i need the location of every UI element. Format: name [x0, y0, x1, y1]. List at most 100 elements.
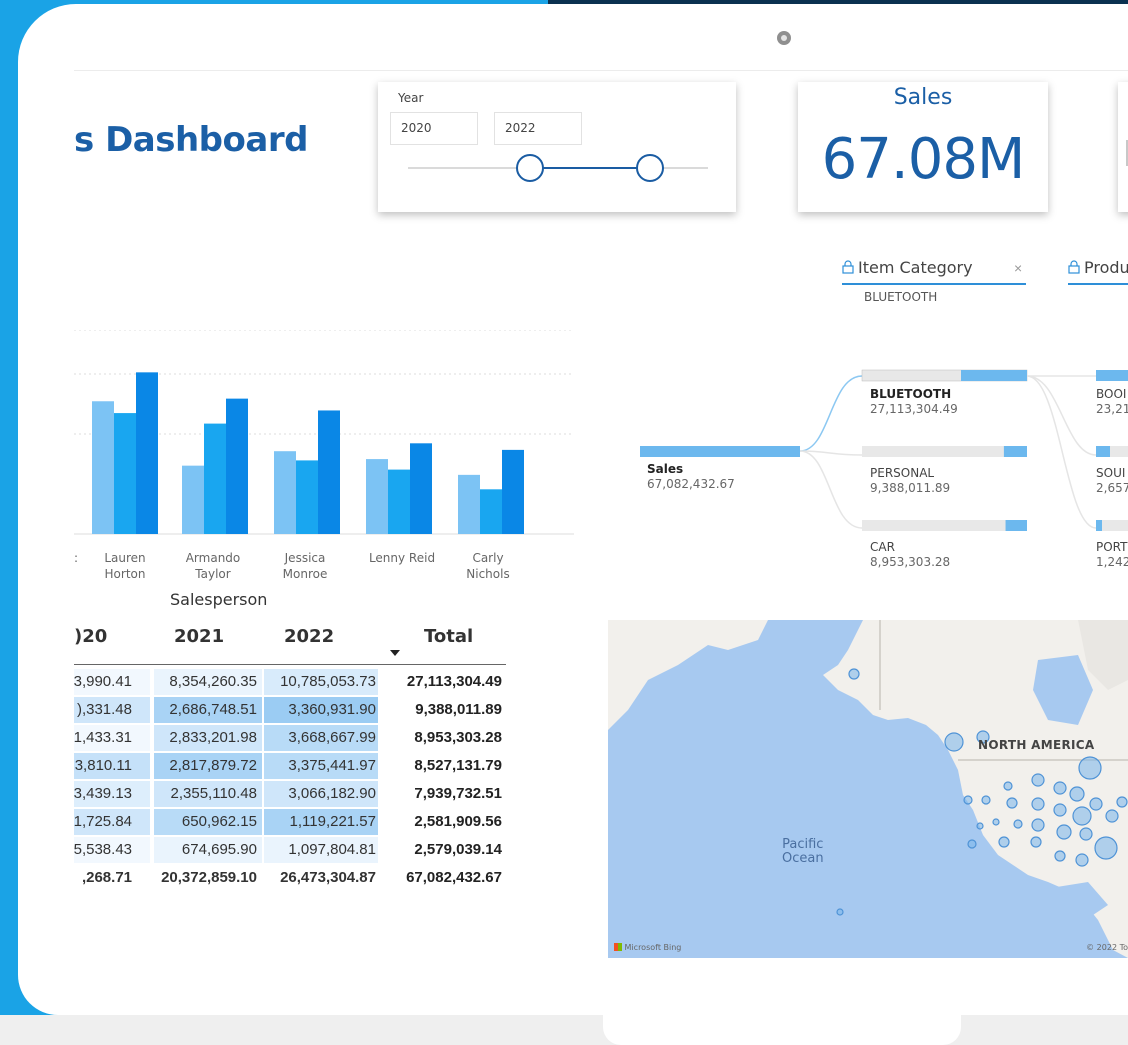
- table-cell: 26,473,304.87: [280, 869, 376, 886]
- table-header-total[interactable]: Total: [424, 626, 473, 647]
- table-cell: 2,686,748.51: [169, 701, 257, 718]
- decomp-node-bar-fill: [961, 370, 1027, 381]
- x-tick-label: :: [74, 551, 79, 565]
- bar[interactable]: [410, 443, 432, 534]
- table-header-2022[interactable]: 2022: [284, 626, 334, 647]
- filter-underline: [1068, 283, 1128, 285]
- decomp-node-l2-a[interactable]: BOOI: [1096, 387, 1126, 402]
- bar[interactable]: [92, 401, 114, 534]
- bar[interactable]: [204, 423, 226, 534]
- table-cell: 67,082,432.67: [406, 869, 502, 886]
- dashboard-title: s Dashboard: [74, 120, 308, 160]
- bar[interactable]: [136, 372, 158, 534]
- table-cell: 27,113,304.49: [406, 673, 502, 690]
- x-tick-label: Lenny Reid: [368, 551, 436, 565]
- decomp-root-value: 67,082,432.67: [647, 477, 735, 491]
- sales-map[interactable]: Pacific Ocean NORTH AMERICA Microsoft Bin…: [608, 620, 1128, 958]
- year-slider-start-handle[interactable]: [516, 154, 544, 182]
- filter-item-category-value: BLUETOOTH: [864, 290, 938, 304]
- decomp-l2-bar: [1096, 520, 1102, 531]
- year-end-input[interactable]: 2022: [494, 112, 582, 145]
- lock-icon: [1068, 260, 1080, 274]
- kpi-value: 67.08M: [821, 127, 1026, 192]
- table-row[interactable]: 1,725.84 650,962.15 1,119,221.57 2,581,909.…: [74, 808, 506, 836]
- bar[interactable]: [114, 413, 136, 534]
- decomp-node-l2-a-value: 23,21: [1096, 402, 1128, 416]
- decomp-l2-bar-bg: [1110, 446, 1128, 457]
- decomp-node-car[interactable]: CAR: [870, 540, 895, 555]
- filter-item-category[interactable]: Item Category: [842, 258, 973, 277]
- bar[interactable]: [296, 460, 318, 534]
- table-cell: 1,097,804.81: [288, 841, 376, 858]
- decomp-link: [799, 375, 863, 452]
- decomp-node-bluetooth-value: 27,113,304.49: [870, 402, 958, 416]
- kpi-card-partial: [1118, 82, 1128, 212]
- bar[interactable]: [388, 469, 410, 534]
- device-bottom-tab: [603, 1015, 961, 1045]
- map-land: [608, 620, 1128, 958]
- table-header-2021[interactable]: 2021: [174, 626, 224, 647]
- filter-product[interactable]: Produ: [1068, 258, 1128, 277]
- table-row[interactable]: 3,990.41 8,354,260.35 10,785,053.73 27,113,…: [74, 668, 506, 696]
- table-row[interactable]: 1,433.31 2,833,201.98 3,668,667.99 8,953,30…: [74, 724, 506, 752]
- header-divider: [74, 70, 1128, 71]
- clear-filter-icon[interactable]: ×: [1014, 260, 1022, 276]
- decomp-node-l2-c[interactable]: PORT: [1096, 540, 1127, 555]
- bar[interactable]: [182, 465, 204, 534]
- x-tick-label: Carly Nichols: [466, 551, 510, 581]
- table-cell: 3,375,441.97: [288, 757, 376, 774]
- table-cell: 5,538.43: [73, 841, 132, 858]
- table-cell: 10,785,053.73: [280, 673, 376, 690]
- map-attribution: Microsoft Bing: [614, 943, 681, 952]
- decomp-node-personal-value: 9,388,011.89: [870, 481, 951, 495]
- sort-desc-icon[interactable]: [390, 650, 400, 656]
- map-continent-label: NORTH AMERICA: [978, 738, 1095, 752]
- filter-product-label: Produ: [1084, 258, 1128, 277]
- decomp-node-personal[interactable]: PERSONAL: [870, 466, 934, 481]
- decomp-l2-bar-bg: [1102, 520, 1128, 531]
- bar[interactable]: [366, 459, 388, 534]
- decomp-root-bar[interactable]: [640, 446, 800, 457]
- table-row[interactable]: 3,810.11 2,817,879.72 3,375,441.97 8,527,13…: [74, 752, 506, 780]
- table-row[interactable]: ),331.48 2,686,748.51 3,360,931.90 9,388,01…: [74, 696, 506, 724]
- filter-underline: [842, 283, 1026, 285]
- table-cell: 674,695.90: [181, 841, 257, 858]
- year-start-input[interactable]: 2020: [390, 112, 478, 145]
- year-slider-range: [531, 167, 651, 169]
- table-cell: 3,668,667.99: [288, 729, 376, 746]
- bar[interactable]: [458, 474, 480, 534]
- year-slider-end-handle[interactable]: [636, 154, 664, 182]
- lock-icon: [842, 260, 854, 274]
- table-cell: 1,433.31: [73, 729, 132, 746]
- bar[interactable]: [226, 398, 248, 534]
- table-row[interactable]: 3,439.13 2,355,110.48 3,066,182.90 7,939,73…: [74, 780, 506, 808]
- kpi-title: Sales: [893, 85, 953, 110]
- sales-matrix-table: 3,990.41 8,354,260.35 10,785,053.73 27,113,…: [74, 668, 506, 892]
- decomp-node-l2-b[interactable]: SOUI: [1096, 466, 1125, 481]
- table-cell: 3,990.41: [73, 673, 132, 690]
- sales-kpi-card: Sales 67.08M: [798, 82, 1048, 212]
- table-header-2020[interactable]: )20: [74, 626, 107, 647]
- table-cell: 9,388,011.89: [415, 701, 502, 718]
- bar[interactable]: [502, 449, 524, 534]
- table-row[interactable]: 5,538.43 674,695.90 1,097,804.81 2,579,039.…: [74, 836, 506, 864]
- table-total-row[interactable]: ,268.71 20,372,859.10 26,473,304.87 67,082,…: [74, 864, 506, 892]
- table-cell: 2,355,110.48: [170, 785, 257, 802]
- decomp-root-label: Sales: [647, 462, 684, 476]
- year-slicer-label: Year: [398, 91, 424, 105]
- microsoft-logo-icon: [614, 943, 622, 951]
- x-tick-label: Lauren Horton: [104, 551, 146, 581]
- decomp-node-car-value: 8,953,303.28: [870, 555, 951, 569]
- decomp-node-bar-bg: [862, 446, 1027, 457]
- table-header-divider: [74, 664, 506, 665]
- bar[interactable]: [274, 451, 296, 534]
- filter-item-category-label: Item Category: [858, 258, 973, 277]
- table-cell: 650,962.15: [181, 813, 257, 830]
- table-cell: 8,953,303.28: [414, 729, 502, 746]
- bar[interactable]: [318, 410, 340, 534]
- table-cell: 2,817,879.72: [169, 757, 257, 774]
- table-cell: 8,527,131.79: [414, 757, 502, 774]
- decomp-node-l2-b-value: 2,657: [1096, 481, 1128, 495]
- decomp-node-bluetooth[interactable]: BLUETOOTH: [870, 387, 951, 402]
- bar[interactable]: [480, 489, 502, 534]
